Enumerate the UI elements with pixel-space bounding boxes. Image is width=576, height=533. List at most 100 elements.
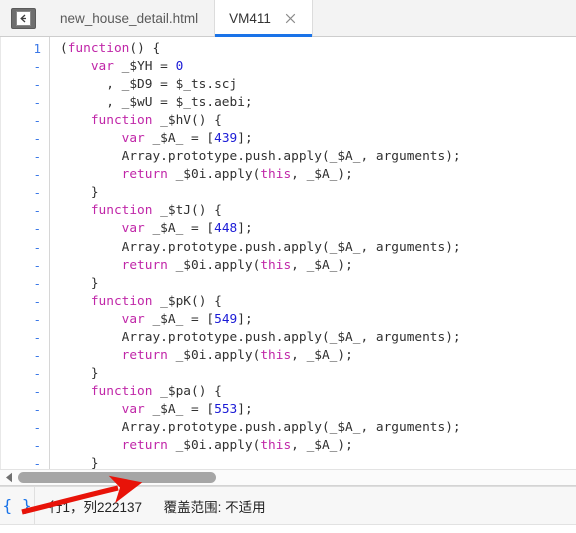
bottom-strip	[0, 524, 576, 533]
code-token: , _$A_);	[291, 167, 353, 183]
code-line[interactable]: return _$0i.apply(this, _$A_);	[60, 347, 576, 365]
scroll-left-arrow-icon[interactable]	[0, 472, 18, 483]
tab-bar-empty-area	[312, 0, 576, 36]
code-line[interactable]: var _$A_ = [553];	[60, 401, 576, 419]
code-line[interactable]: }	[60, 275, 576, 293]
code-line[interactable]: , _$D9 = $_ts.scj	[60, 76, 576, 94]
code-token: ];	[237, 401, 253, 417]
code-token: function	[67, 41, 130, 56]
line-number: -	[33, 419, 41, 435]
code-token: 0	[175, 59, 184, 75]
code-token: function	[90, 293, 153, 309]
code-token: }	[60, 365, 99, 381]
code-line[interactable]: }	[60, 184, 576, 202]
tab-label: new_house_detail.html	[60, 10, 199, 26]
show-navigator-button[interactable]	[10, 7, 36, 29]
code-line[interactable]: function _$pa() {	[60, 383, 576, 401]
code-token: _$A_ = [	[144, 311, 215, 327]
code-line[interactable]: var _$A_ = [439];	[60, 130, 576, 148]
code-token: , _$wU = $_ts.aebi;	[60, 95, 253, 111]
code-line[interactable]: return _$0i.apply(this, _$A_);	[60, 437, 576, 455]
tab-new-house-detail[interactable]: new_house_detail.html	[46, 0, 215, 36]
code-token: return	[121, 438, 168, 454]
code-token: function	[90, 203, 153, 219]
code-token: 553	[214, 401, 238, 417]
coverage-label: 覆盖范围: 不适用	[163, 499, 266, 515]
code-token: this	[260, 167, 292, 183]
code-line[interactable]: , _$wU = $_ts.aebi;	[60, 94, 576, 112]
code-line[interactable]: }	[60, 365, 576, 383]
status-bar: { } 行1，列222137 覆盖范围: 不适用	[0, 486, 576, 525]
code-token: _$pa() {	[152, 383, 222, 399]
code-line[interactable]: return _$0i.apply(this, _$A_);	[60, 257, 576, 275]
scrollbar-thumb[interactable]	[18, 472, 216, 484]
code-token: var	[121, 131, 145, 147]
close-icon[interactable]	[283, 11, 298, 26]
code-line[interactable]: (function() {	[60, 40, 576, 58]
line-number: -	[33, 77, 41, 93]
code-line[interactable]: Array.prototype.push.apply(_$A_, argumen…	[60, 148, 576, 166]
line-number: -	[33, 311, 41, 327]
line-number: -	[33, 293, 41, 309]
code-token: this	[260, 347, 292, 363]
code-token: _$tJ() {	[152, 203, 222, 219]
code-line[interactable]: return _$0i.apply(this, _$A_);	[60, 166, 576, 184]
code-token: ];	[237, 311, 253, 327]
code-line[interactable]: Array.prototype.push.apply(_$A_, argumen…	[60, 329, 576, 347]
line-number-gutter[interactable]: 1 - - - - - - - - - - - - - - - - - - - - - - -	[0, 37, 50, 470]
line-number: -	[33, 131, 41, 147]
code-line[interactable]: function _$pK() {	[60, 293, 576, 311]
code-token: _$A_ = [	[144, 221, 215, 237]
code-token: _$0i.apply(	[167, 167, 261, 183]
code-line[interactable]: }	[60, 455, 576, 469]
tab-label: VM411	[229, 10, 271, 26]
line-number: -	[33, 113, 41, 129]
code-token: _$0i.apply(	[167, 347, 261, 363]
code-token: Array.prototype.push.apply(_$A_, argumen…	[60, 239, 461, 255]
code-line[interactable]: Array.prototype.push.apply(_$A_, argumen…	[60, 419, 576, 437]
code-token: _$pK() {	[152, 293, 222, 309]
horizontal-scrollbar[interactable]	[0, 469, 576, 487]
line-number: -	[33, 185, 41, 201]
code-token: _$A_ = [	[144, 131, 215, 147]
code-token: var	[121, 221, 145, 237]
code-line[interactable]: var _$A_ = [448];	[60, 220, 576, 238]
code-token: _$hV() {	[152, 113, 222, 129]
code-token: this	[260, 257, 292, 273]
line-number: -	[33, 167, 41, 183]
code-line[interactable]: function _$tJ() {	[60, 202, 576, 220]
code-token: , _$A_);	[291, 438, 353, 454]
code-token: _$YH =	[113, 59, 176, 75]
line-number: -	[33, 383, 41, 399]
code-token: Array.prototype.push.apply(_$A_, argumen…	[60, 149, 461, 165]
arrow-left-icon	[15, 10, 31, 26]
scrollbar-track[interactable]	[18, 470, 576, 485]
code-line[interactable]: var _$A_ = [549];	[60, 311, 576, 329]
code-token: var	[121, 401, 145, 417]
pretty-print-icon[interactable]: { }	[0, 487, 35, 525]
tab-vm411[interactable]: VM411	[214, 0, 313, 37]
code-editor[interactable]: 1----------------------- (function() { v…	[0, 37, 576, 470]
line-number: -	[33, 329, 41, 345]
code-line[interactable]: function _$hV() {	[60, 112, 576, 130]
code-line[interactable]: var _$YH = 0	[60, 58, 576, 76]
code-token: function	[90, 113, 153, 129]
code-content[interactable]: (function() { var _$YH = 0 , _$D9 = $_ts…	[50, 37, 576, 469]
line-number: -	[33, 95, 41, 111]
line-number: 1	[33, 41, 41, 56]
editor-left-rule	[0, 37, 1, 470]
line-number: -	[33, 221, 41, 237]
code-line[interactable]: Array.prototype.push.apply(_$A_, argumen…	[60, 239, 576, 257]
code-token: return	[121, 347, 168, 363]
line-number: -	[33, 59, 41, 75]
